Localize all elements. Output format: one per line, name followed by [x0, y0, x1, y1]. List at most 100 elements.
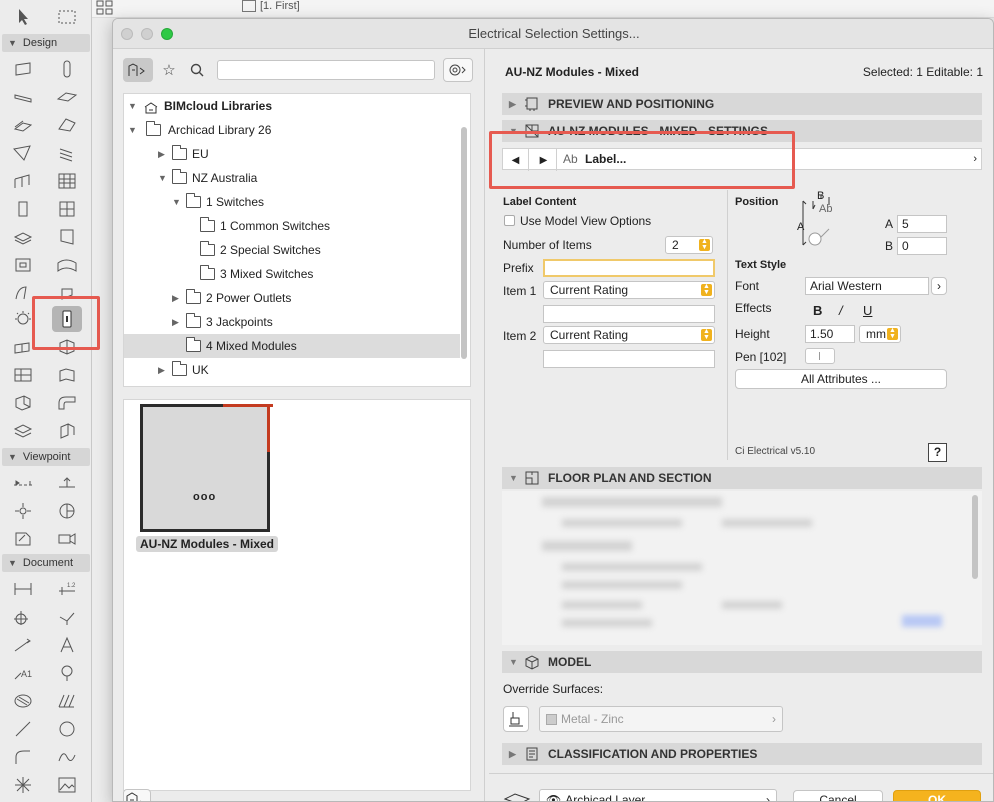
pen-selector[interactable]: [805, 348, 835, 364]
elevation-tool-icon[interactable]: [52, 470, 82, 496]
beam-segment-tool-icon[interactable]: [8, 418, 38, 444]
chevron-down-icon[interactable]: ▼: [158, 166, 167, 190]
library-search-input[interactable]: [217, 60, 435, 80]
layer-icon[interactable]: [503, 789, 531, 801]
tree-item-power-outlets[interactable]: ▶ 2 Power Outlets: [124, 286, 460, 310]
grid-view-icon[interactable]: [96, 0, 114, 16]
favorites-star-icon[interactable]: ☆: [157, 58, 181, 82]
camera-tool-icon[interactable]: [52, 526, 82, 552]
cancel-button[interactable]: Cancel: [793, 790, 883, 801]
section-classification[interactable]: ▶ CLASSIFICATION AND PROPERTIES: [502, 743, 982, 765]
railing-post-tool-icon[interactable]: [52, 390, 82, 416]
object-tool-icon[interactable]: [8, 252, 38, 278]
position-b-input[interactable]: 0: [897, 237, 947, 255]
skylight-tool-icon[interactable]: [8, 224, 38, 250]
detail-tool-icon[interactable]: [8, 526, 38, 552]
angle-dimension-tool-icon[interactable]: [52, 604, 82, 630]
object-thumbnail[interactable]: ooo: [140, 404, 273, 532]
stair-tool-icon[interactable]: [8, 112, 38, 138]
mesh-tool-icon[interactable]: [52, 252, 82, 278]
override-surfaces-toggle[interactable]: [503, 706, 529, 732]
library-manager-button[interactable]: [123, 789, 151, 801]
floor-plan-scrollbar[interactable]: [972, 495, 978, 579]
bold-toggle[interactable]: B: [813, 303, 822, 318]
wall-tool-icon[interactable]: [8, 56, 38, 82]
line-tool-icon[interactable]: [8, 716, 38, 742]
toolbox-section-document[interactable]: ▼ Document: [2, 554, 90, 572]
label-tool-icon[interactable]: A1: [8, 660, 38, 686]
minimize-window-button[interactable]: [141, 28, 153, 40]
arc-tool-icon[interactable]: [8, 744, 38, 770]
prefix-input[interactable]: [543, 259, 715, 277]
hatch-tool-icon[interactable]: [52, 688, 82, 714]
fill-tool-icon[interactable]: [8, 688, 38, 714]
tree-item-mixed-modules[interactable]: 4 Mixed Modules: [124, 334, 460, 358]
worksheet-tool-icon[interactable]: [52, 498, 82, 524]
number-of-items-select[interactable]: 2 ▲ ▼: [665, 236, 713, 254]
tree-item-jackpoints[interactable]: ▶ 3 Jackpoints: [124, 310, 460, 334]
close-window-button[interactable]: [121, 28, 133, 40]
spline-tool-icon[interactable]: [52, 744, 82, 770]
underline-toggle[interactable]: U: [863, 303, 872, 318]
circle-tool-icon[interactable]: [52, 716, 82, 742]
beam-tool-icon[interactable]: [8, 84, 38, 110]
all-attributes-button[interactable]: All Attributes ...: [735, 369, 947, 389]
railing-tool-icon[interactable]: [52, 140, 82, 166]
column-tool-icon[interactable]: [52, 56, 82, 82]
slab-tool-icon[interactable]: [52, 84, 82, 110]
tree-item-archicad-library[interactable]: ▼ Archicad Library 26: [124, 118, 460, 142]
font-picker-button[interactable]: ›: [931, 277, 947, 295]
item2-extra-input[interactable]: [543, 350, 715, 368]
chevron-right-icon[interactable]: ▶: [172, 286, 179, 310]
search-icon[interactable]: [185, 58, 209, 82]
door-tool-icon[interactable]: [8, 196, 38, 222]
zoom-window-button[interactable]: [161, 28, 173, 40]
ok-button[interactable]: OK: [893, 790, 981, 801]
tree-item-nz-australia[interactable]: ▼ NZ Australia: [124, 166, 460, 190]
item2-select[interactable]: Current Rating ▲ ▼: [543, 326, 715, 344]
chevron-down-icon[interactable]: ▼: [128, 94, 137, 118]
marker-tool-icon[interactable]: [52, 660, 82, 686]
tree-item-bimcloud-libraries[interactable]: ▼ BIMcloud Libraries: [124, 94, 460, 118]
section-floor-plan[interactable]: ▼ FLOOR PLAN AND SECTION: [502, 467, 982, 489]
opening-tool-icon[interactable]: [52, 224, 82, 250]
height-input[interactable]: 1.50: [805, 325, 855, 343]
library-settings-gear-icon[interactable]: [443, 58, 473, 82]
grid-tool-icon[interactable]: [52, 168, 82, 194]
section-tool-icon[interactable]: [8, 470, 38, 496]
dormer-tool-icon[interactable]: [52, 362, 82, 388]
roof-tool-icon[interactable]: [52, 112, 82, 138]
curtain-frame-tool-icon[interactable]: [8, 362, 38, 388]
interior-elevation-tool-icon[interactable]: [8, 498, 38, 524]
arrow-tool-icon[interactable]: [8, 4, 38, 30]
chevron-right-icon[interactable]: ▶: [172, 310, 179, 334]
tree-item-uk[interactable]: ▶ UK: [124, 358, 460, 382]
tree-item-switches[interactable]: ▼ 1 Switches: [124, 190, 460, 214]
toolbox-section-viewpoint[interactable]: ▼ Viewpoint: [2, 448, 90, 466]
elevation-dimension-tool-icon[interactable]: [8, 632, 38, 658]
height-unit-select[interactable]: mm ▲ ▼: [859, 325, 901, 343]
toolbox-section-design[interactable]: ▼ Design: [2, 34, 90, 52]
tree-item-special-switches[interactable]: 2 Special Switches: [124, 238, 460, 262]
layer-select[interactable]: 👁 Archicad Layer ›: [539, 789, 777, 801]
tree-item-common-switches[interactable]: 1 Common Switches: [124, 214, 460, 238]
column-segment-tool-icon[interactable]: [52, 418, 82, 444]
dimension-tool-icon[interactable]: [8, 576, 38, 602]
tree-item-eu[interactable]: ▶ EU: [124, 142, 460, 166]
italic-toggle[interactable]: /: [839, 303, 843, 318]
chevron-down-icon[interactable]: ▼: [172, 190, 181, 214]
section-model[interactable]: ▼ MODEL: [502, 651, 982, 673]
library-view-button[interactable]: [123, 58, 153, 82]
hotspot-tool-icon[interactable]: [8, 772, 38, 798]
surface-select[interactable]: Metal - Zinc ›: [539, 706, 783, 732]
shell-tool-icon[interactable]: [8, 140, 38, 166]
window-tool-icon[interactable]: [52, 196, 82, 222]
chevron-down-icon[interactable]: ▼: [128, 118, 137, 142]
chevron-right-icon[interactable]: ▶: [158, 358, 165, 382]
section-preview-positioning[interactable]: ▶ PREVIEW AND POSITIONING: [502, 93, 982, 115]
position-a-input[interactable]: 5: [897, 215, 947, 233]
background-tab[interactable]: [1. First]: [242, 0, 300, 13]
chevron-right-icon[interactable]: ▶: [158, 142, 165, 166]
marquee-tool-icon[interactable]: [52, 4, 82, 30]
item1-extra-input[interactable]: [543, 305, 715, 323]
